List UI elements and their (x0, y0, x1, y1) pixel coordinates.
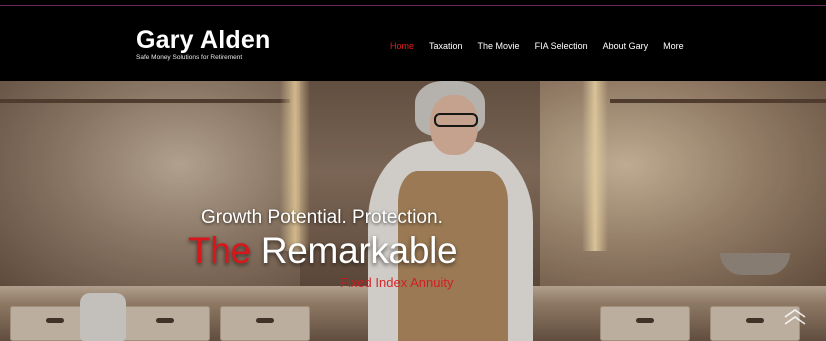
hero-subtitle: Fixed Index Annuity (340, 275, 454, 290)
main-nav: Home Taxation The Movie FIA Selection Ab… (390, 40, 699, 52)
hero-title: The Remarkable (188, 230, 458, 271)
nav-item-more[interactable]: More (663, 40, 684, 52)
site-header: Gary Alden Safe Money Solutions for Reti… (0, 0, 826, 81)
nav-item-fia-selection[interactable]: FIA Selection (535, 40, 588, 52)
nav-item-the-movie[interactable]: The Movie (478, 40, 520, 52)
scroll-to-top-button[interactable] (782, 307, 808, 327)
brand-logo[interactable]: Gary Alden Safe Money Solutions for Reti… (136, 27, 270, 62)
nav-item-about-gary[interactable]: About Gary (603, 40, 649, 52)
nav-item-home[interactable]: Home (390, 40, 414, 52)
double-chevron-up-icon (784, 309, 806, 325)
hero-title-prefix: The (188, 230, 251, 271)
nav-item-taxation[interactable]: Taxation (429, 40, 463, 52)
header-accent-line (0, 5, 826, 6)
brand-tagline: Safe Money Solutions for Retirement (136, 54, 243, 61)
hero-title-word: Remarkable (260, 230, 458, 271)
brand-name[interactable]: Gary Alden (136, 27, 270, 53)
hero-headline: Growth Potential. Protection. (201, 207, 443, 228)
hero-banner: Growth Potential. Protection. The Remark… (0, 81, 826, 341)
